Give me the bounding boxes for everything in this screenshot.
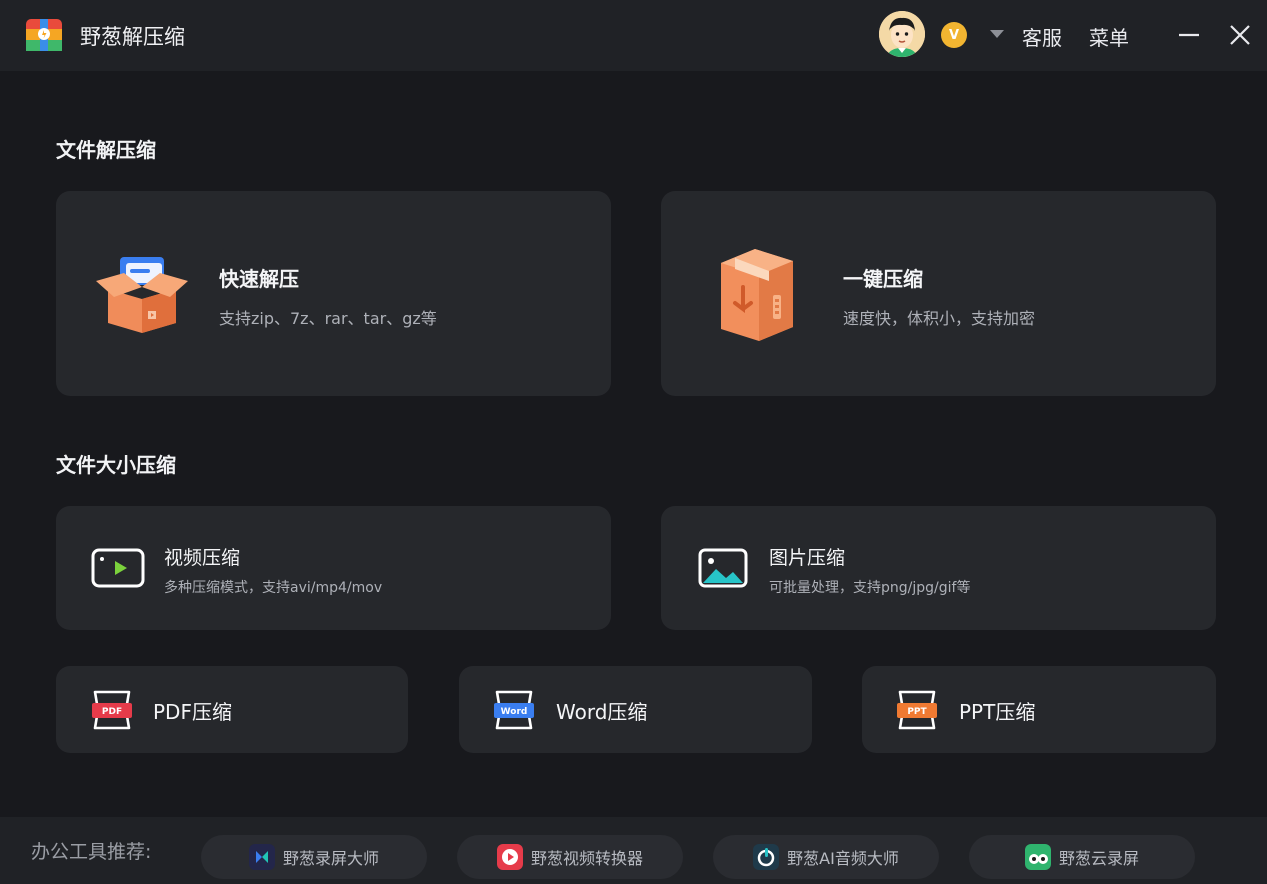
pdf-compress-card[interactable]: PDF PDF压缩 — [56, 666, 408, 753]
one-click-compress-card[interactable]: 一键压缩 速度快，体积小，支持加密 — [661, 191, 1216, 396]
tool-name: 野葱录屏大师 — [282, 849, 379, 868]
footer-bar: 办公工具推荐: 野葱录屏大师 野葱视频转换器 野葱AI音频大师 野葱云录屏 — [0, 817, 1267, 884]
one-click-compress-title: 一键压缩 — [843, 267, 923, 291]
section-title-size-compress: 文件大小压缩 — [56, 453, 176, 477]
user-avatar[interactable] — [879, 11, 925, 57]
tool-name: 野葱AI音频大师 — [787, 849, 899, 868]
compressed-box-icon — [713, 243, 799, 343]
tool-name: 野葱云录屏 — [1058, 849, 1139, 868]
quick-extract-subtitle: 支持zip、7z、rar、tar、gz等 — [219, 309, 437, 328]
cloud-recorder-icon — [1024, 844, 1051, 870]
video-compress-title: 视频压缩 — [164, 547, 241, 569]
ppt-compress-title: PPT压缩 — [959, 700, 1036, 724]
one-click-compress-subtitle: 速度快，体积小，支持加密 — [843, 309, 1036, 328]
chevron-down-icon[interactable] — [990, 30, 1004, 38]
image-compress-card[interactable]: 图片压缩 可批量处理，支持png/jpg/gif等 — [661, 506, 1216, 630]
ppt-badge-text: PPT — [907, 707, 927, 717]
tool-link-video-converter[interactable]: 野葱视频转换器 — [457, 835, 683, 879]
image-compress-title: 图片压缩 — [769, 547, 846, 569]
ai-audio-icon — [753, 844, 780, 870]
pdf-compress-title: PDF压缩 — [153, 700, 232, 724]
image-compress-subtitle: 可批量处理，支持png/jpg/gif等 — [769, 580, 971, 596]
footer-label: 办公工具推荐: — [31, 841, 152, 863]
app-logo-icon — [25, 17, 63, 53]
app-title: 野葱解压缩 — [80, 25, 185, 49]
quick-extract-card[interactable]: 快速解压 支持zip、7z、rar、tar、gz等 — [56, 191, 611, 396]
screen-recorder-icon — [248, 844, 275, 870]
menu-button[interactable]: 菜单 — [1089, 22, 1129, 51]
word-compress-title: Word压缩 — [556, 700, 648, 724]
open-box-icon — [94, 251, 190, 335]
title-bar: 野葱解压缩 V 客服 菜单 — [0, 0, 1267, 71]
ppt-file-icon: PPT — [895, 688, 939, 732]
tool-link-cloud-recorder[interactable]: 野葱云录屏 — [969, 835, 1195, 879]
pdf-file-icon: PDF — [90, 688, 134, 732]
minimize-icon[interactable] — [1175, 21, 1203, 49]
word-badge-text: Word — [501, 707, 528, 717]
pdf-badge-text: PDF — [102, 707, 122, 717]
video-compress-subtitle: 多种压缩模式，支持avi/mp4/mov — [164, 580, 383, 596]
close-icon[interactable] — [1226, 21, 1254, 49]
word-file-icon: Word — [492, 688, 536, 732]
tool-name: 野葱视频转换器 — [530, 849, 643, 868]
tool-link-ai-audio[interactable]: 野葱AI音频大师 — [713, 835, 939, 879]
vip-badge-icon[interactable]: V — [941, 22, 967, 48]
tool-link-screen-recorder[interactable]: 野葱录屏大师 — [201, 835, 427, 879]
video-icon — [91, 548, 145, 588]
image-icon — [698, 548, 748, 588]
word-compress-card[interactable]: Word Word压缩 — [459, 666, 812, 753]
video-converter-icon — [496, 844, 523, 870]
customer-service-button[interactable]: 客服 — [1022, 22, 1062, 51]
section-title-decompress: 文件解压缩 — [56, 138, 156, 162]
video-compress-card[interactable]: 视频压缩 多种压缩模式，支持avi/mp4/mov — [56, 506, 611, 630]
quick-extract-title: 快速解压 — [219, 267, 299, 291]
ppt-compress-card[interactable]: PPT PPT压缩 — [862, 666, 1216, 753]
